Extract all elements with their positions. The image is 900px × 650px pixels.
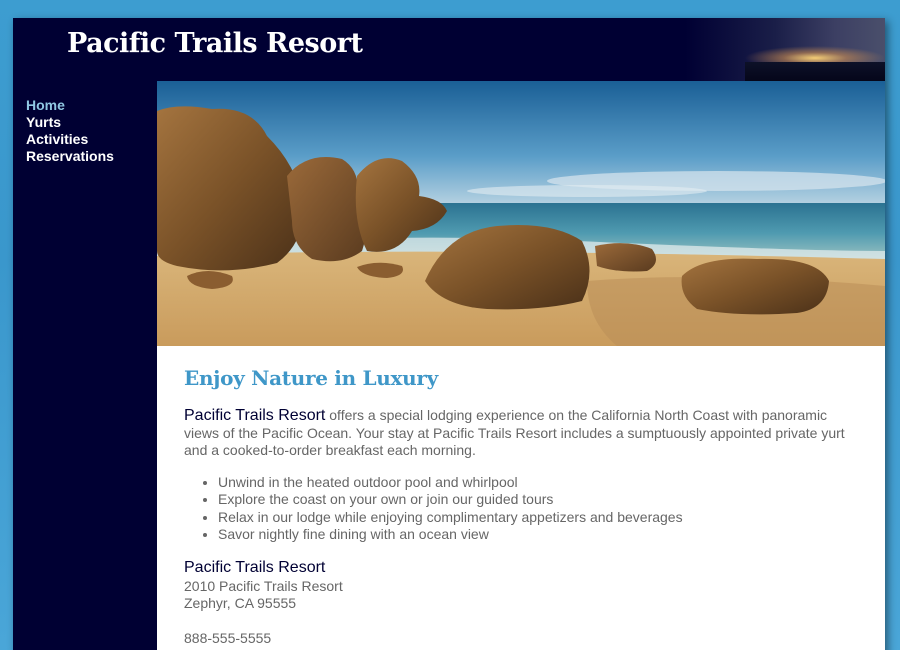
page-wrapper: Pacific Trails Resort Home Yurts Activit…: [13, 18, 885, 650]
site-title: Pacific Trails Resort: [67, 28, 363, 59]
intro-paragraph: Pacific Trails Resort offers a special l…: [184, 407, 858, 460]
list-item: Unwind in the heated outdoor pool and wh…: [218, 474, 858, 492]
content-body: Enjoy Nature in Luxury Pacific Trails Re…: [157, 346, 885, 647]
nav-activities-link[interactable]: Activities: [26, 131, 157, 148]
contact-phone: 888-555-5555: [184, 629, 272, 646]
intro-brand-name: Pacific Trails Resort: [184, 407, 326, 424]
section-heading: Enjoy Nature in Luxury: [184, 366, 438, 390]
nav-reservations-link[interactable]: Reservations: [26, 148, 157, 165]
nav-home-link[interactable]: Home: [26, 97, 157, 114]
header-sunset-image: [685, 18, 885, 81]
address-name: Pacific Trails Resort: [184, 558, 326, 576]
hero-coast-image: [157, 81, 885, 346]
list-item: Explore the coast on your own or join ou…: [218, 491, 858, 509]
contact-address: Pacific Trails Resort 2010 Pacific Trail…: [184, 558, 858, 613]
main-content: Enjoy Nature in Luxury Pacific Trails Re…: [157, 81, 885, 650]
list-item: Savor nightly fine dining with an ocean …: [218, 526, 858, 544]
header-horizon: [745, 62, 885, 81]
main-nav: Home Yurts Activities Reservations: [13, 81, 157, 165]
address-street: 2010 Pacific Trails Resort: [184, 577, 343, 594]
site-header: Pacific Trails Resort: [13, 18, 885, 81]
list-item: Relax in our lodge while enjoying compli…: [218, 509, 858, 527]
address-city: Zephyr, CA 95555: [184, 595, 297, 611]
nav-yurts-link[interactable]: Yurts: [26, 114, 157, 131]
features-list: Unwind in the heated outdoor pool and wh…: [218, 474, 858, 544]
hero-image-drawing: [157, 81, 885, 346]
